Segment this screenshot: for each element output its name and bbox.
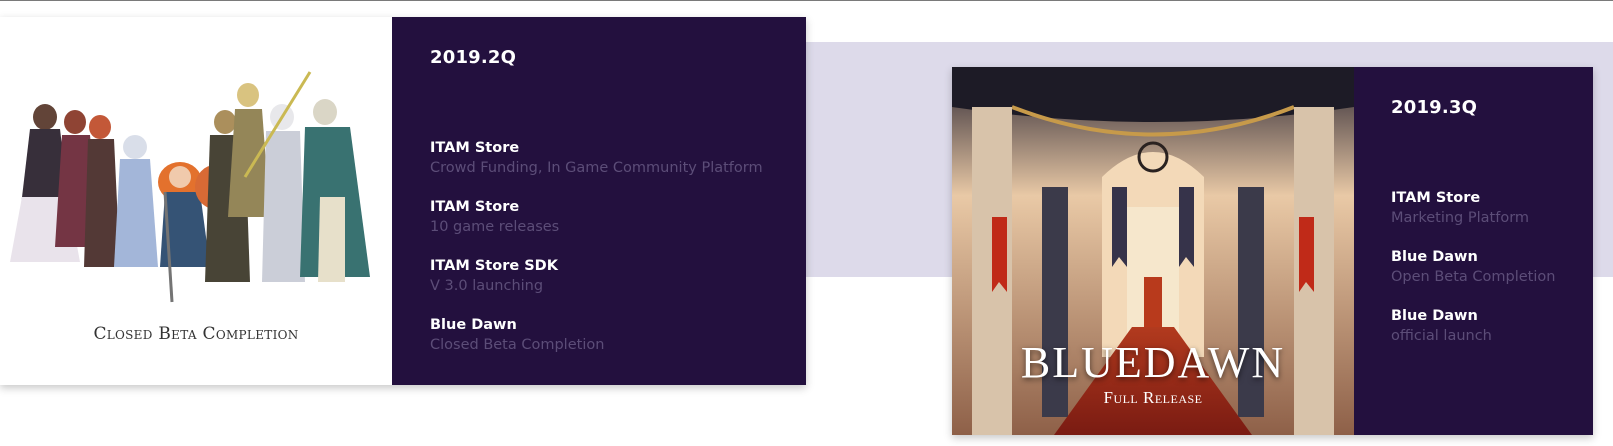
milestone-title: ITAM Store SDK	[430, 258, 558, 274]
character-group-illustration: Closed Beta Completion	[0, 17, 392, 385]
milestone-description: Crowd Funding, In Game Community Platfor…	[430, 160, 763, 176]
milestone-description: Open Beta Completion	[1391, 269, 1556, 285]
list-item: Blue Dawn Open Beta Completion	[1391, 248, 1573, 288]
milestone-list: ITAM Store Marketing Platform Blue Dawn …	[1391, 189, 1573, 366]
milestone-description: Marketing Platform	[1391, 210, 1530, 226]
roadmap-panel: 2019.2Q ITAM Store Crowd Funding, In Gam…	[392, 17, 806, 385]
milestone-description: Closed Beta Completion	[430, 337, 605, 353]
throne-hall-illustration: BLUEDAWN Full Release	[952, 67, 1354, 435]
top-divider	[0, 0, 1613, 1]
milestone-description: V 3.0 launching	[430, 278, 544, 294]
roadmap-panel: 2019.3Q ITAM Store Marketing Platform Bl…	[1354, 67, 1593, 435]
list-item: ITAM Store 10 game releases	[430, 198, 786, 238]
milestone-title: ITAM Store	[430, 199, 520, 215]
milestone-title: Blue Dawn	[430, 317, 517, 333]
quarter-label: 2019.2Q	[430, 47, 517, 68]
list-item: ITAM Store Marketing Platform	[1391, 189, 1573, 229]
roadmap-card-2019-3q: BLUEDAWN Full Release 2019.3Q ITAM Store…	[952, 67, 1593, 435]
quarter-label: 2019.3Q	[1391, 97, 1478, 118]
milestone-description: 10 game releases	[430, 219, 560, 235]
blue-dawn-logo: BLUEDAWN	[1020, 338, 1286, 387]
milestone-title: Blue Dawn	[1391, 249, 1478, 265]
list-item: ITAM Store SDK V 3.0 launching	[430, 257, 786, 297]
list-item: Blue Dawn Closed Beta Completion	[430, 316, 786, 356]
milestone-list: ITAM Store Crowd Funding, In Game Commun…	[430, 139, 786, 375]
milestone-title: ITAM Store	[1391, 190, 1481, 206]
art-caption: Full Release	[1103, 388, 1203, 407]
roadmap-card-2019-2q: Closed Beta Completion 2019.2Q ITAM Stor…	[0, 17, 806, 385]
list-item: ITAM Store Crowd Funding, In Game Commun…	[430, 139, 786, 179]
milestone-title: Blue Dawn	[1391, 308, 1478, 324]
art-caption: Closed Beta Completion	[93, 324, 299, 344]
milestone-description: official launch	[1391, 328, 1492, 344]
milestone-title: ITAM Store	[430, 140, 520, 156]
list-item: Blue Dawn official launch	[1391, 307, 1573, 347]
